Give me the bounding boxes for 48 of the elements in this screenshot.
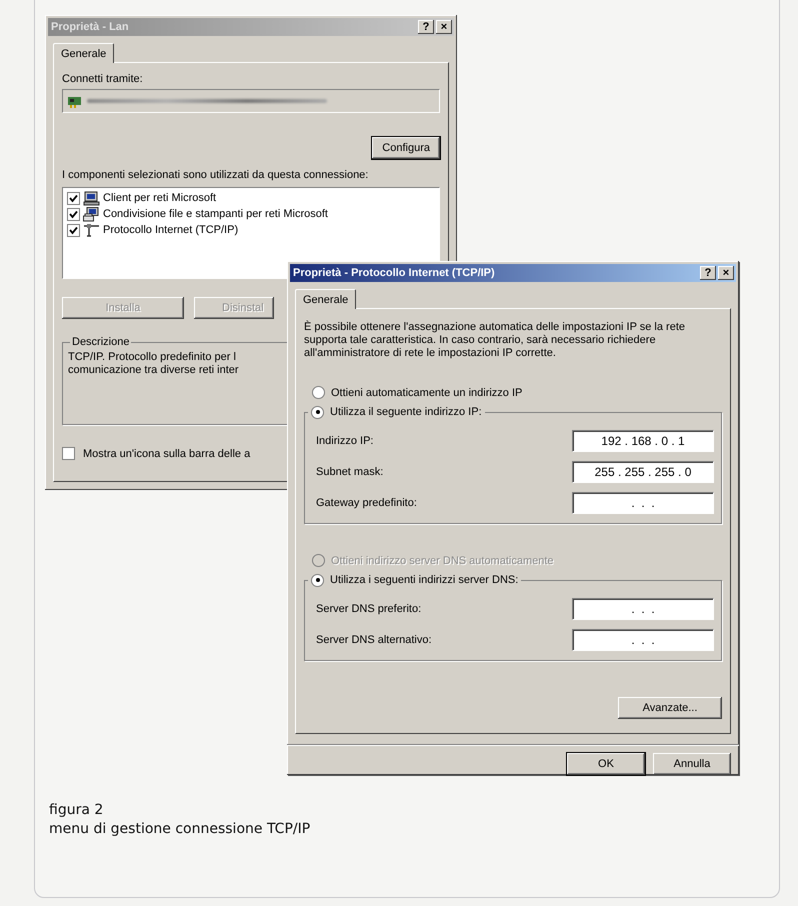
advanced-button[interactable]: Avanzate... — [618, 697, 722, 719]
ip-address-field[interactable]: . . . — [572, 628, 714, 650]
network-cable-icon — [83, 222, 100, 238]
help-button[interactable]: ? — [700, 266, 716, 280]
components-label: I componenti selezionati sono utilizzati da questa connessione: — [62, 169, 370, 181]
radio-label: Ottieni automaticamente un indirizzo IP — [331, 386, 522, 398]
radio-button[interactable] — [312, 386, 325, 399]
checkbox[interactable] — [62, 447, 75, 460]
description-text: comunicazione tra diverse reti inter — [68, 364, 239, 377]
checkbox[interactable] — [67, 192, 80, 204]
ip-address-field[interactable]: . . . — [572, 598, 714, 620]
network-card-icon — [67, 94, 83, 108]
description-text: TCP/IP. Protocollo predefinito per l — [68, 351, 236, 364]
radio-label: Utilizza il seguente indirizzo IP: — [330, 406, 482, 418]
computer-printer-icon — [83, 206, 100, 222]
checkbox[interactable] — [67, 208, 80, 220]
field-label: Subnet mask: — [316, 466, 384, 478]
figure-number: figura 2 — [49, 801, 104, 820]
connect-label: Connetti tramite: — [62, 73, 144, 85]
figure-caption: menu di gestione connessione TCP/IP — [49, 820, 310, 839]
checkbox-label: Mostra un'icona sulla barra delle a — [83, 448, 250, 460]
intro-text: È possibile ottenere l'assegnazione automatica delle impostazioni IP se la rete supporta tale caratteristica. In caso contrario, sarà necessario richiedere all'amministratore di rete le impostazioni IP corrette. — [304, 321, 686, 360]
configure-button[interactable]: Configura — [372, 137, 440, 159]
field-label: Server DNS alternativo: — [316, 634, 432, 646]
field-label: Indirizzo IP: — [316, 434, 374, 446]
close-button[interactable]: × — [718, 266, 734, 280]
field-label: Server DNS preferito: — [316, 602, 422, 614]
field-label: Gateway predefinito: — [316, 496, 417, 508]
computer-icon — [83, 190, 100, 206]
radio-label: Utilizza i seguenti indirizzi server DNS: — [330, 574, 518, 586]
radio-label: Ottieni indirizzo server DNS automaticamente — [331, 554, 554, 566]
ip-address-field[interactable]: 192 . 168 . 0 . 1 — [572, 430, 714, 452]
ip-address-field[interactable]: . . . — [572, 492, 714, 514]
window-title: Proprietà - Protocollo Internet (TCP/IP) — [293, 267, 495, 279]
tab[interactable]: Generale — [53, 43, 114, 63]
component-item[interactable]: Condivisione file e stampanti per reti Microsoft — [103, 208, 328, 220]
component-item[interactable]: Client per reti Microsoft — [103, 192, 216, 204]
radio-button[interactable] — [311, 406, 324, 418]
cancel-button[interactable]: Annulla — [653, 753, 731, 775]
ok-button[interactable]: OK — [567, 753, 645, 775]
window-title: Proprietà - Lan — [51, 21, 129, 33]
close-button[interactable]: × — [436, 20, 452, 34]
help-button[interactable]: ? — [418, 20, 434, 34]
checkbox[interactable] — [67, 224, 80, 236]
radio-button[interactable] — [311, 574, 324, 586]
ip-address-field[interactable]: 255 . 255 . 255 . 0 — [572, 460, 714, 482]
component-item[interactable]: Protocollo Internet (TCP/IP) — [103, 224, 238, 236]
tab[interactable]: Generale — [295, 289, 356, 309]
